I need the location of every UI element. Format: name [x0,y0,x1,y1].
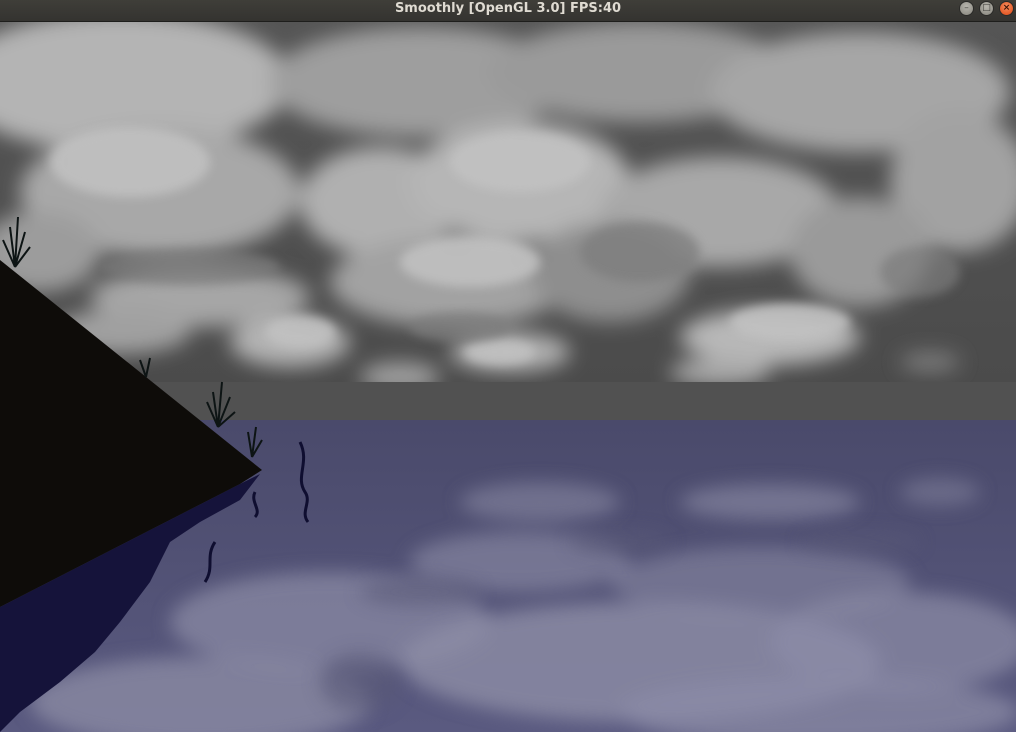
app-window: Smoothly [OpenGL 3.0] FPS:40 – □ × [0,0,1016,732]
maximize-icon: □ [982,3,991,13]
opengl-viewport[interactable] [0,22,1016,732]
close-button[interactable]: × [999,1,1014,16]
minimize-icon: – [964,3,969,13]
scene-canvas [0,22,1016,732]
close-icon: × [1002,3,1011,13]
maximize-button[interactable]: □ [979,1,994,16]
window-titlebar[interactable]: Smoothly [OpenGL 3.0] FPS:40 – □ × [0,0,1016,22]
minimize-button[interactable]: – [959,1,974,16]
window-title: Smoothly [OpenGL 3.0] FPS:40 [394,1,622,16]
